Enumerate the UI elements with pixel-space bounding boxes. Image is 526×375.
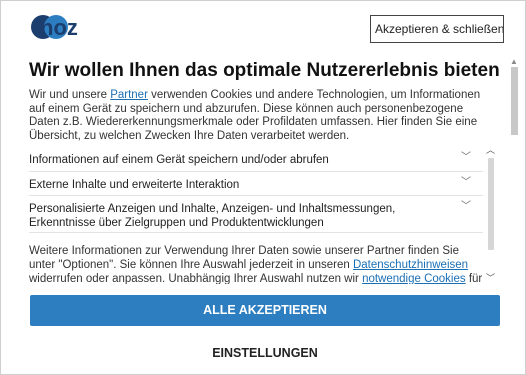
accordion-item-storage[interactable]: Informationen auf einem Gerät speichern …	[29, 147, 483, 172]
scroll-up-icon[interactable]: ▲	[510, 57, 518, 66]
dialog-content: Wir wollen Ihnen das optimale Nutzererle…	[29, 59, 501, 143]
dialog-scrollbar[interactable]: ▲	[510, 57, 519, 287]
logo-text: noz	[40, 15, 78, 40]
accept-all-button[interactable]: ALLE AKZEPTIEREN	[30, 295, 500, 326]
purposes-accordion: Informationen auf einem Gerät speichern …	[29, 147, 483, 233]
privacy-notice-link[interactable]: Datenschutzhinweisen	[353, 259, 468, 271]
noz-logo: noz	[31, 9, 79, 45]
noz-logo-icon: noz	[31, 15, 78, 40]
accordion-item-personalized-ads[interactable]: Personalisierte Anzeigen und Inhalte, An…	[29, 196, 483, 233]
chevron-down-icon[interactable]: ﹀	[461, 173, 471, 188]
content-scrollbar[interactable]: ︿ ﹀	[485, 143, 497, 283]
partner-link[interactable]: Partner	[110, 89, 148, 101]
scrollbar-thumb[interactable]	[488, 158, 494, 250]
settings-button[interactable]: EINSTELLUNGEN	[30, 337, 500, 369]
accordion-item-label: Personalisierte Anzeigen und Inhalte, An…	[29, 203, 396, 229]
accordion-item-external-content[interactable]: Externe Inhalte und erweiterte Interakti…	[29, 172, 483, 196]
scrollbar-thumb[interactable]	[511, 67, 518, 135]
chevron-down-icon[interactable]: ﹀	[486, 271, 495, 284]
more-info-part: widerrufen oder anpassen. Unabhängig Ihr…	[29, 273, 363, 284]
consent-dialog: noz Akzeptieren & schließen x ▲ Wir woll…	[0, 0, 526, 375]
accordion-item-label: Externe Inhalte und erweiterte Interakti…	[29, 179, 240, 191]
chevron-down-icon[interactable]: ﹀	[461, 197, 471, 212]
chevron-up-icon[interactable]: ︿	[486, 143, 495, 156]
dialog-title: Wir wollen Ihnen das optimale Nutzererle…	[29, 60, 500, 81]
more-info-text: Weitere Informationen zur Verwendung Ihr…	[29, 244, 485, 284]
necessary-cookies-link[interactable]: notwendige Cookies	[362, 273, 466, 284]
intro-text: Wir und unsere Partner verwenden Cookies…	[29, 89, 495, 143]
accept-and-close-button[interactable]: Akzeptieren & schließen x	[370, 15, 504, 43]
chevron-down-icon[interactable]: ﹀	[461, 148, 471, 163]
intro-text-part: Wir und unsere	[29, 89, 111, 101]
accordion-item-label: Informationen auf einem Gerät speichern …	[29, 154, 329, 166]
